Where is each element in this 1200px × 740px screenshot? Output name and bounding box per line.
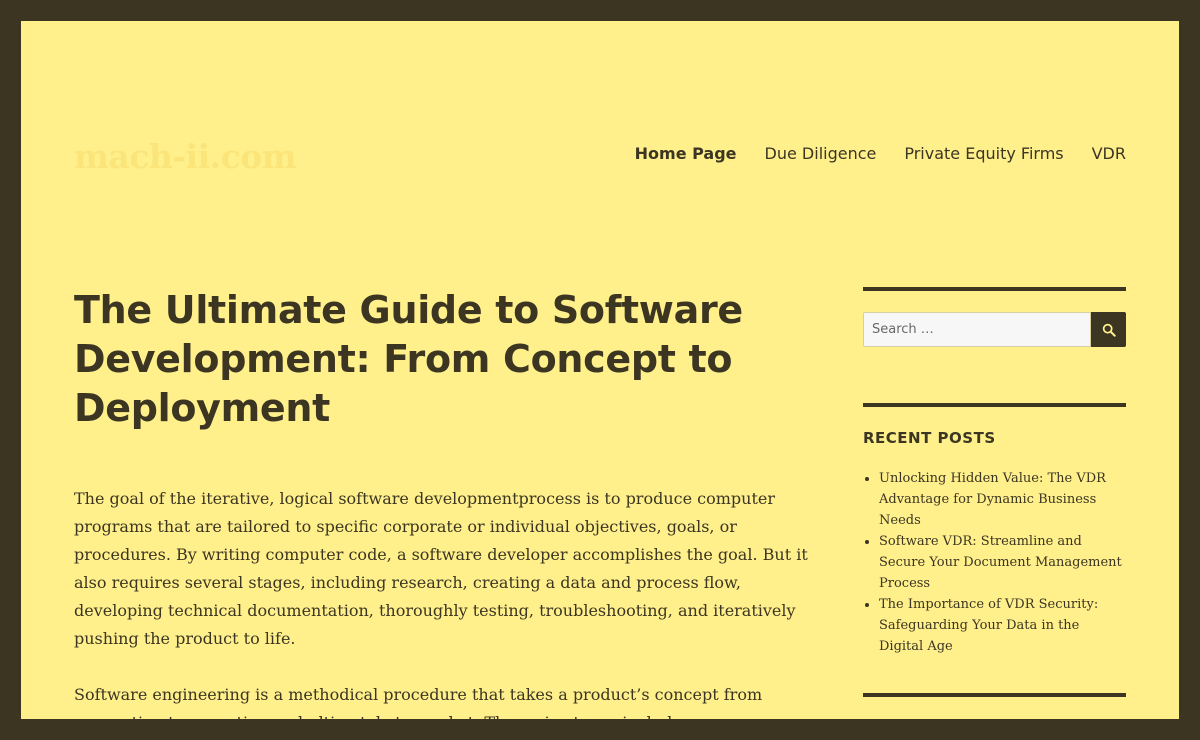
search-input[interactable] (863, 312, 1091, 347)
main-navigation: Home Page Due Diligence Private Equity F… (635, 142, 1126, 166)
recent-posts-list: Unlocking Hidden Value: The VDR Advantag… (863, 468, 1126, 657)
search-button[interactable] (1091, 312, 1126, 347)
search-form (863, 312, 1126, 347)
widget-divider (863, 693, 1126, 697)
recent-post-link[interactable]: The Importance of VDR Security: Safeguar… (879, 597, 1098, 654)
main-content: The Ultimate Guide to Software Developme… (74, 286, 814, 719)
nav-item-home-page[interactable]: Home Page (635, 142, 737, 166)
nav-item-private-equity-firms[interactable]: Private Equity Firms (904, 142, 1063, 166)
search-widget (863, 287, 1126, 347)
page-frame: mach-ii.com Home Page Due Diligence Priv… (21, 21, 1179, 719)
article: The Ultimate Guide to Software Developme… (74, 286, 814, 719)
article-paragraph: The goal of the iterative, logical softw… (74, 489, 808, 648)
list-item: Software VDR: Streamline and Secure Your… (879, 531, 1126, 594)
nav-item-due-diligence[interactable]: Due Diligence (765, 142, 877, 166)
sidebar: RECENT POSTS Unlocking Hidden Value: The… (863, 287, 1126, 713)
nav-item-vdr[interactable]: VDR (1092, 142, 1126, 166)
recent-posts-widget: RECENT POSTS Unlocking Hidden Value: The… (863, 403, 1126, 657)
recent-post-link[interactable]: Unlocking Hidden Value: The VDR Advantag… (879, 471, 1106, 528)
list-item: Unlocking Hidden Value: The VDR Advantag… (879, 468, 1126, 531)
site-title[interactable]: mach-ii.com (74, 137, 297, 177)
list-item: The Importance of VDR Security: Safeguar… (879, 594, 1126, 657)
recent-post-link[interactable]: Software VDR: Streamline and Secure Your… (879, 534, 1122, 591)
recent-posts-title: RECENT POSTS (863, 429, 996, 447)
search-icon (1102, 323, 1116, 337)
article-paragraph: Software engineering is a methodical pro… (74, 685, 763, 719)
article-title: The Ultimate Guide to Software Developme… (74, 288, 743, 430)
article-body: The goal of the iterative, logical softw… (74, 485, 814, 719)
